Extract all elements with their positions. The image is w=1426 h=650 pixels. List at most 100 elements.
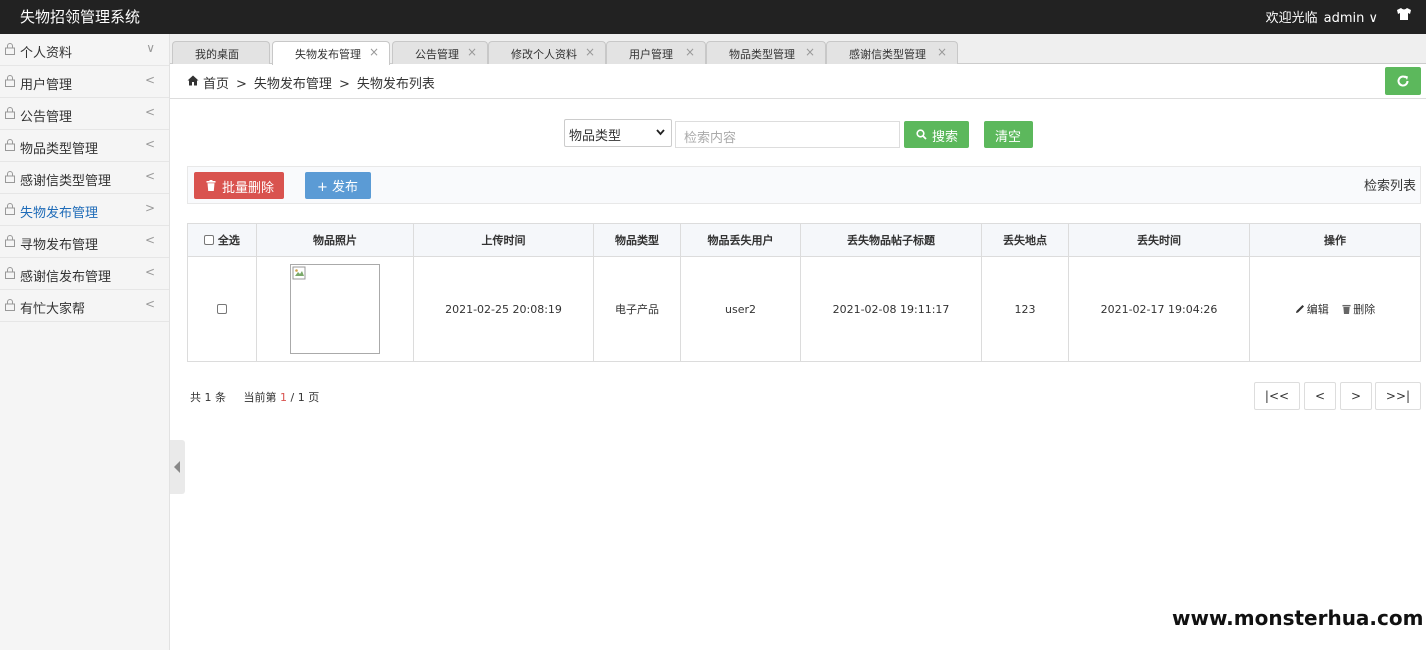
tab-users[interactable]: 用户管理 × xyxy=(606,41,706,64)
header-select-all[interactable]: 全选 xyxy=(187,223,257,257)
prev-page-button[interactable]: < xyxy=(1304,382,1336,410)
tab-label: 失物发布管理 xyxy=(295,48,361,61)
tab-bar: 我的桌面 失物发布管理 × 公告管理 × 修改个人资料 × 用户管理 × 物品类型管理 ×… xyxy=(170,34,1426,65)
sidebar-item-thanks-types[interactable]: 感谢信类型管理 < xyxy=(0,162,169,194)
search-icon xyxy=(916,129,927,140)
sidebar-item-label: 物品类型管理 xyxy=(20,142,99,157)
sidebar-item-users[interactable]: 用户管理 < xyxy=(0,66,169,98)
table-row: 2021-02-25 20:08:19 电子产品 user2 2021-02-0… xyxy=(187,256,1421,362)
header-upload-time: 上传时间 xyxy=(413,223,594,257)
tab-thanks-types[interactable]: 感谢信类型管理 × xyxy=(826,41,958,64)
batch-delete-label: 批量删除 xyxy=(222,181,275,196)
tab-edit-profile[interactable]: 修改个人资料 × xyxy=(488,41,606,64)
lock-icon xyxy=(5,171,15,183)
chevron-left-icon: < xyxy=(144,73,155,87)
close-icon[interactable]: × xyxy=(467,45,477,59)
photo-cell xyxy=(256,256,414,362)
last-page-button[interactable]: >>| xyxy=(1375,382,1421,410)
lock-icon xyxy=(5,75,15,87)
current-page: 1 xyxy=(279,391,287,404)
first-page-button[interactable]: |<< xyxy=(1254,382,1300,410)
lost-time-cell: 2021-02-17 19:04:26 xyxy=(1068,256,1250,362)
refresh-icon xyxy=(1397,75,1409,87)
sidebar-item-lost-posts[interactable]: 失物发布管理 > xyxy=(0,194,169,226)
delete-label: 删除 xyxy=(1353,303,1376,316)
tab-desktop[interactable]: 我的桌面 xyxy=(172,41,270,64)
tab-lost-posts[interactable]: 失物发布管理 × xyxy=(272,41,390,65)
page-slash: / xyxy=(290,391,295,404)
header-post-title: 丢失物品帖子标题 xyxy=(800,223,982,257)
search-button[interactable]: 搜索 xyxy=(904,121,969,148)
sidebar-collapse-handle[interactable] xyxy=(170,440,185,494)
sidebar-item-label: 有忙大家帮 xyxy=(20,302,86,317)
header-user: 物品丢失用户 xyxy=(680,223,801,257)
tab-label: 用户管理 xyxy=(629,48,673,61)
operations-cell: 编辑 删除 xyxy=(1249,256,1421,362)
edit-label: 编辑 xyxy=(1306,303,1329,316)
app-title: 失物招领管理系统 xyxy=(20,8,141,26)
sidebar: 个人资料 ∨ 用户管理 < 公告管理 < 物品类型管理 < 感谢信类型管理 < 失物发布管… xyxy=(0,34,170,650)
username[interactable]: admin ∨ xyxy=(1324,11,1378,26)
row-select-cell xyxy=(187,256,257,362)
sidebar-item-label: 失物发布管理 xyxy=(20,206,99,221)
tab-label: 我的桌面 xyxy=(195,48,239,61)
close-icon[interactable]: × xyxy=(937,45,947,59)
tab-item-types[interactable]: 物品类型管理 × xyxy=(706,41,826,64)
search-placeholder: 检索内容 xyxy=(684,131,737,146)
pages-suffix: 页 xyxy=(308,391,320,404)
select-all-checkbox[interactable] xyxy=(204,235,215,245)
header-place: 丢失地点 xyxy=(981,223,1069,257)
clear-button-label: 清空 xyxy=(995,130,1022,145)
sidebar-item-label: 个人资料 xyxy=(20,46,73,61)
lock-icon xyxy=(5,299,15,311)
table-header-row: 全选 物品照片 上传时间 物品类型 物品丢失用户 丢失物品帖子标题 丢失地点 丢… xyxy=(187,223,1421,257)
sidebar-item-label: 感谢信类型管理 xyxy=(20,174,112,189)
breadcrumb-level1[interactable]: 失物发布管理 xyxy=(254,77,332,92)
broken-image-icon xyxy=(292,266,306,280)
current-prefix: 当前第 xyxy=(243,391,277,404)
refresh-button[interactable] xyxy=(1385,67,1421,95)
search-input[interactable]: 检索内容 xyxy=(675,121,900,148)
user-menu[interactable]: 欢迎光临 admin ∨ xyxy=(1266,7,1378,26)
batch-delete-button[interactable]: 批量删除 xyxy=(194,172,284,199)
chevron-left-icon: < xyxy=(144,169,155,183)
sidebar-item-notices[interactable]: 公告管理 < xyxy=(0,98,169,130)
theme-shirt-icon[interactable] xyxy=(1396,6,1412,22)
breadcrumb-bar: 首页 > 失物发布管理 > 失物发布列表 xyxy=(170,65,1426,99)
close-icon[interactable]: × xyxy=(585,45,595,59)
delete-link[interactable]: 删除 xyxy=(1342,301,1375,317)
sidebar-item-help[interactable]: 有忙大家帮 < xyxy=(0,290,169,322)
action-toolbar: 批量删除 + 发布 检索列表 xyxy=(187,166,1421,204)
close-icon[interactable]: × xyxy=(369,45,379,59)
publish-button[interactable]: + 发布 xyxy=(305,172,371,199)
type-select[interactable]: 物品类型 xyxy=(564,119,672,147)
chevron-left-icon: < xyxy=(144,297,155,311)
place-cell: 123 xyxy=(981,256,1069,362)
close-icon[interactable]: × xyxy=(685,45,695,59)
lock-icon xyxy=(5,43,15,55)
clear-button[interactable]: 清空 xyxy=(984,121,1033,148)
tab-notices[interactable]: 公告管理 × xyxy=(392,41,488,64)
row-checkbox[interactable] xyxy=(217,303,227,314)
sidebar-item-thanks-posts[interactable]: 感谢信发布管理 < xyxy=(0,258,169,290)
select-value: 物品类型 xyxy=(569,129,622,144)
sidebar-item-label: 感谢信发布管理 xyxy=(20,270,112,285)
close-icon[interactable]: × xyxy=(805,45,815,59)
chevron-down-icon xyxy=(656,129,665,136)
sidebar-item-profile[interactable]: 个人资料 ∨ xyxy=(0,34,169,66)
user-cell: user2 xyxy=(680,256,801,362)
tab-label: 感谢信类型管理 xyxy=(849,48,926,61)
top-bar: 失物招领管理系统 欢迎光临 admin ∨ xyxy=(0,0,1426,34)
type-cell: 电子产品 xyxy=(593,256,681,362)
select-all-label: 全选 xyxy=(217,234,240,247)
edit-link[interactable]: 编辑 xyxy=(1295,301,1329,317)
pencil-icon xyxy=(1295,305,1304,313)
publish-label: + 发布 xyxy=(317,180,359,195)
breadcrumb-home[interactable]: 首页 xyxy=(203,77,229,92)
tab-label: 公告管理 xyxy=(415,48,459,61)
next-page-button[interactable]: > xyxy=(1340,382,1372,410)
sidebar-item-label: 用户管理 xyxy=(20,78,73,93)
sidebar-item-item-types[interactable]: 物品类型管理 < xyxy=(0,130,169,162)
chevron-down-icon: ∨ xyxy=(146,41,155,55)
sidebar-item-seek-posts[interactable]: 寻物发布管理 < xyxy=(0,226,169,258)
